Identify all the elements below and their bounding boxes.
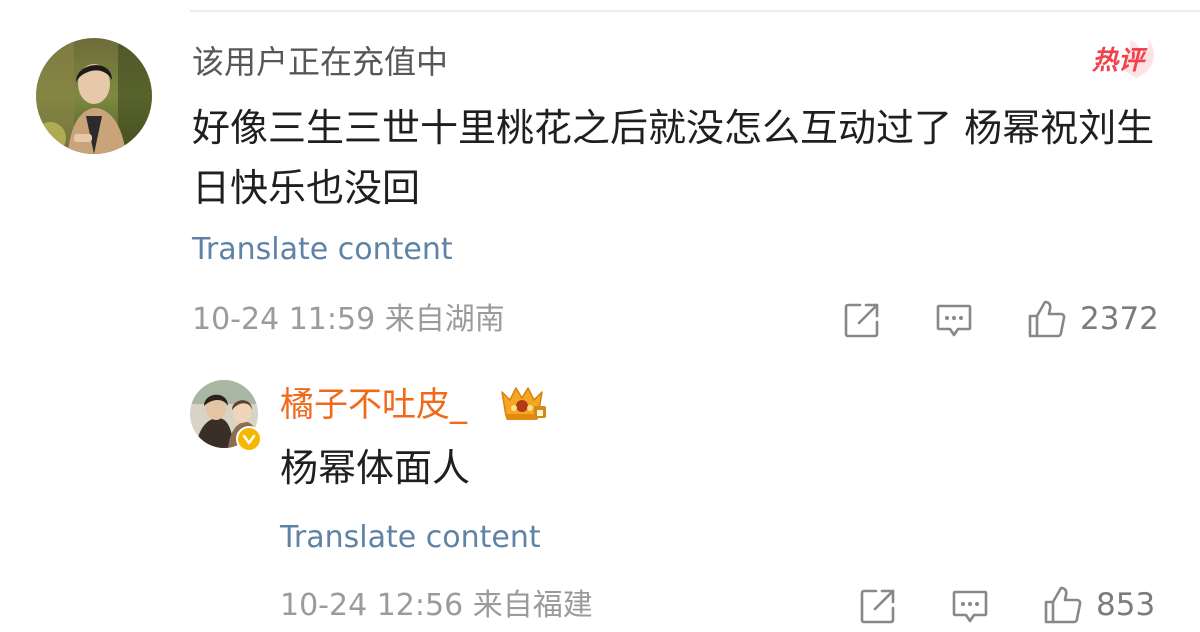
reply-location: 来自福建 [472, 588, 593, 623]
comment-meta: 10-24 11:59 来自湖南 [192, 300, 505, 340]
comment-time: 10-24 11:59 [192, 302, 376, 337]
thumbs-up-icon [1044, 586, 1082, 624]
hot-comment-badge: 热评 [1086, 34, 1162, 82]
reply-translate-content-link[interactable]: Translate content [280, 518, 541, 558]
reply-like-button[interactable]: 853 [1042, 584, 1155, 626]
share-button[interactable] [842, 300, 882, 340]
comment-content: 好像三生三世十里桃花之后就没怎么互动过了 杨幂祝刘生日快乐也没回 [192, 106, 1155, 210]
comment-icon [952, 590, 988, 623]
hot-badge-label: 热评 [1092, 46, 1145, 76]
commenter-username[interactable]: 该用户正在充值中 [192, 40, 448, 84]
replier-avatar[interactable] [190, 380, 262, 452]
commenter-avatar-image [36, 38, 152, 154]
share-icon [844, 303, 879, 338]
commenter-avatar[interactable] [36, 38, 152, 154]
reply-content: 杨幂体面人 [280, 446, 471, 490]
reply-button[interactable] [934, 300, 974, 340]
translate-content-link[interactable]: Translate content [192, 230, 453, 270]
like-count: 2372 [1080, 301, 1159, 337]
comment-location: 来自湖南 [384, 302, 505, 337]
crown-badge-icon [494, 380, 550, 426]
reply-meta: 10-24 12:56 来自福建 [280, 586, 593, 626]
replier-username[interactable]: 橘子不吐皮_ [280, 382, 467, 428]
thumbs-up-icon [1028, 300, 1066, 338]
reply-time: 10-24 12:56 [280, 588, 464, 623]
reply-reply-button[interactable] [950, 586, 990, 626]
share-icon [860, 589, 895, 624]
reply-like-count: 853 [1096, 587, 1156, 623]
top-divider [190, 10, 1200, 12]
comment-icon [936, 304, 972, 337]
verified-badge-icon [236, 426, 262, 452]
like-button[interactable]: 2372 [1026, 298, 1159, 340]
reply-share-button[interactable] [858, 586, 898, 626]
